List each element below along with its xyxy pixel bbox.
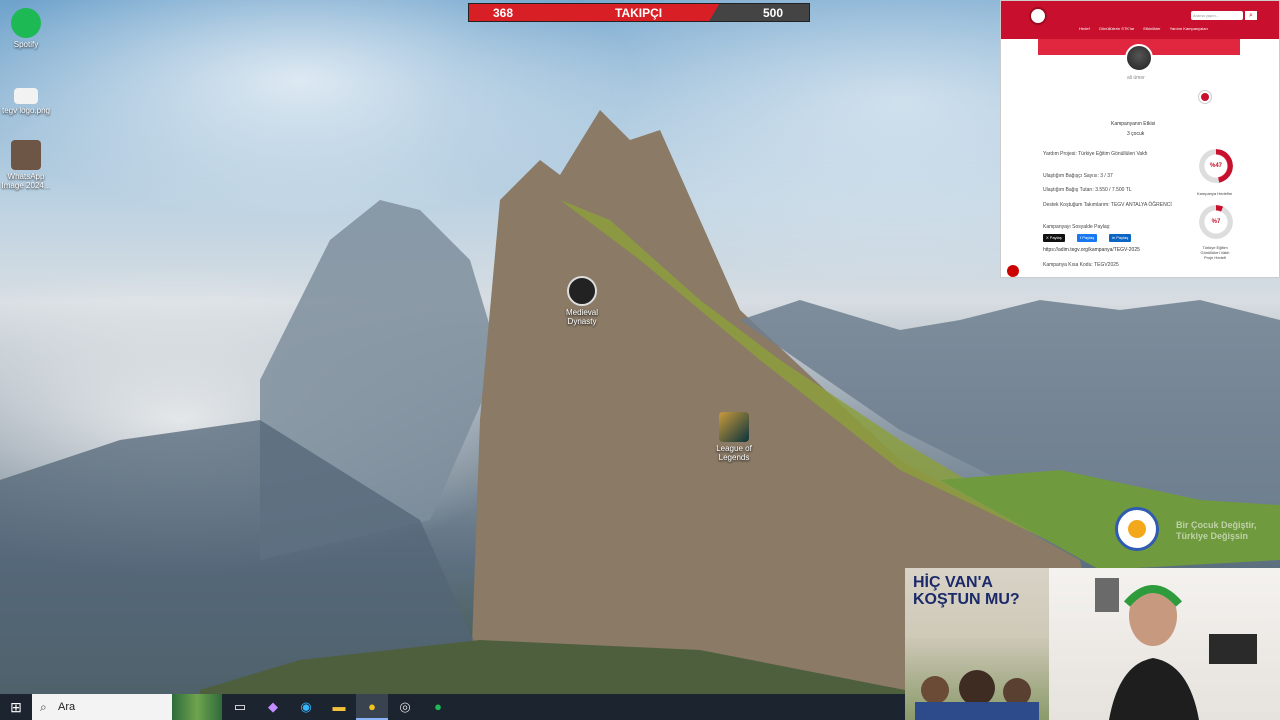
file-explorer-icon[interactable]: ▬ <box>323 694 355 720</box>
ring-caption: Türkiye Eğitim Gönüllüleri Vakfı Proje H… <box>1200 245 1230 260</box>
desktop-icon-spotify[interactable]: Spotify <box>0 8 52 49</box>
league-of-legends-icon <box>719 412 749 442</box>
desktop-icon-whatsapp-image[interactable]: WhatsApp Image 2024... <box>0 140 52 190</box>
project-progress-value: %7 <box>1211 219 1221 225</box>
site-header: Arama yapın... ⌕ Hedef Gönüllülerin STK'… <box>1001 1 1279 39</box>
search-highlight-image <box>172 694 222 720</box>
obs-icon[interactable]: ◎ <box>389 694 421 720</box>
share-linkedin-button[interactable]: in Paylaş <box>1109 234 1132 242</box>
info-row: Ulaştığım Bağışçı Sayısı: 3 / 37 <box>1043 173 1113 179</box>
spotify-icon <box>11 8 41 38</box>
nav-link[interactable]: Gönüllülerin STK'lar <box>1099 26 1134 31</box>
taskbar-search[interactable]: ⌕ Ara <box>32 694 222 720</box>
poster-people-illustration <box>915 670 1039 720</box>
desktop-icon-label: League of Legends <box>716 444 752 462</box>
desktop-icon-tegv-logo[interactable]: tegv logo.png <box>0 88 52 115</box>
browser-window-campaign-page[interactable]: Arama yapın... ⌕ Hedef Gönüllülerin STK'… <box>1000 0 1280 278</box>
desktop-icon-medieval-dynasty[interactable]: Medieval Dynasty <box>556 276 608 326</box>
info-row: Ulaştığım Bağış Tutarı: 3.550 / 7.500 TL <box>1043 187 1132 193</box>
desktop-icon-league-of-legends[interactable]: League of Legends <box>708 412 760 462</box>
start-button[interactable]: ⊞ <box>0 694 32 720</box>
event-poster-overlay: HİÇ VAN'A KOŞTUN MU? <box>905 568 1049 720</box>
search-icon[interactable]: ⌕ <box>1245 11 1257 20</box>
taskbar-search-label: Ara <box>58 701 76 713</box>
image-file-icon <box>14 88 38 104</box>
spotify-icon[interactable]: ● <box>422 694 454 720</box>
poster-title: HİÇ VAN'A KOŞTUN MU? <box>913 574 1020 608</box>
site-nav: Hedef Gönüllülerin STK'lar Etkinlikler Y… <box>1079 26 1216 31</box>
desktop-icon-label: tegv logo.png <box>1 106 51 115</box>
info-row: Kampanya Kısa Kodu: TEGV2025 <box>1043 262 1119 268</box>
badge-icon <box>1199 91 1211 103</box>
desktop-icon-label: Medieval Dynasty <box>565 308 598 326</box>
profile-username: ali ümer <box>1127 75 1145 81</box>
share-x-button[interactable]: X Paylaş <box>1043 234 1065 242</box>
follower-goal-count: 500 <box>762 6 783 20</box>
nav-link[interactable]: Hedef <box>1079 26 1090 31</box>
medieval-dynasty-icon <box>567 276 597 306</box>
follower-current-count: 368 <box>493 6 514 20</box>
follower-goal-bar: 368 TAKIPÇI 500 <box>468 3 810 22</box>
nav-link[interactable]: Etkinlikler <box>1143 26 1160 31</box>
info-row: Kampanyayı Sosyalde Paylaş: <box>1043 224 1111 230</box>
site-logo[interactable] <box>1029 7 1047 25</box>
desktop-wallpaper: Spotify tegv logo.png WhatsApp Image 202… <box>0 0 1280 720</box>
info-row: Yardım Projesi: Türkiye Eğitim Gönüllüle… <box>1043 151 1148 157</box>
badge-slogan: Bir Çocuk Değiştir, Türkiye Değişsin <box>1176 520 1257 541</box>
campaign-progress-value: %47 <box>1209 163 1222 169</box>
webcam-overlay <box>1049 568 1280 720</box>
desktop-icon-label: Spotify <box>13 40 39 49</box>
edge-icon[interactable]: ◉ <box>290 694 322 720</box>
tegv-badge-logo <box>1115 507 1159 551</box>
info-row: Destek Koştuğum Takımlarım: TEGV ANTALYA… <box>1043 202 1172 208</box>
taskbar: ⊞ ⌕ Ara ▭ ◆ ◉ ▬ ● ◎ ● <box>0 694 905 720</box>
follower-label: TAKIPÇI <box>615 6 663 20</box>
nav-link[interactable]: Yardım Kampanyaları <box>1170 26 1208 31</box>
ring-caption: Kampanya Hedefim <box>1197 191 1233 196</box>
image-thumbnail-icon <box>11 140 41 170</box>
site-search-input[interactable]: Arama yapın... <box>1191 11 1243 20</box>
impact-title: Kampanyanın Etkisi <box>1111 121 1156 127</box>
record-indicator-icon <box>1007 265 1019 277</box>
webcam-streamer-image <box>1095 578 1257 720</box>
task-view-icon[interactable]: ▭ <box>224 694 256 720</box>
chrome-icon[interactable]: ● <box>356 694 388 720</box>
avatar <box>1125 44 1153 72</box>
share-facebook-button[interactable]: f Paylaş <box>1077 234 1098 242</box>
copilot-icon[interactable]: ◆ <box>257 694 289 720</box>
search-icon: ⌕ <box>40 700 47 714</box>
campaign-link[interactable]: https://adim.tegv.org/kampanya/TEGV-2025 <box>1043 247 1140 253</box>
windows-icon: ⊞ <box>10 699 22 715</box>
desktop-icon-label: WhatsApp Image 2024... <box>1 172 51 190</box>
impact-value: 3 çocuk <box>1127 131 1145 137</box>
